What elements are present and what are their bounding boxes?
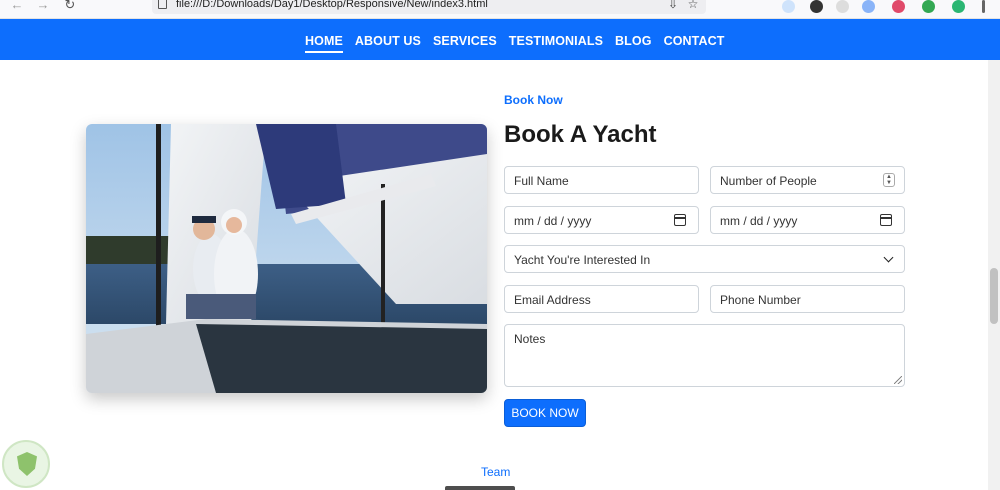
site-navbar: HOME ABOUT US SERVICES TESTIMONIALS BLOG… — [0, 19, 1000, 60]
team-eyebrow: Team — [481, 465, 511, 479]
notes-textarea[interactable]: Notes — [504, 324, 905, 387]
booking-eyebrow: Book Now — [504, 93, 563, 107]
nav-blog[interactable]: BLOG — [615, 34, 652, 53]
date-end-value: mm / dd / yyyy — [720, 214, 798, 228]
notes-placeholder: Notes — [514, 332, 546, 346]
people-placeholder: Number of People — [720, 174, 817, 188]
address-bar[interactable]: file:///D:/Downloads/Day1/Desktop/Respon… — [152, 0, 706, 14]
nav-testimonials[interactable]: TESTIMONIALS — [509, 34, 603, 53]
nav-links: HOME ABOUT US SERVICES TESTIMONIALS BLOG… — [305, 34, 724, 53]
phone-input[interactable]: Phone Number — [710, 285, 905, 313]
full-name-placeholder: Full Name — [514, 174, 569, 188]
chevron-down-icon — [883, 252, 894, 263]
forward-arrow-icon[interactable]: → — [36, 0, 50, 12]
date-input-end[interactable]: mm / dd / yyyy — [710, 206, 905, 234]
calendar-icon[interactable] — [674, 214, 686, 226]
resize-grip-icon[interactable] — [894, 376, 902, 384]
extension-m-icon[interactable] — [810, 0, 823, 13]
menu-icon[interactable] — [982, 0, 985, 13]
extension-n-icon[interactable] — [952, 0, 965, 13]
date-input-start[interactable]: mm / dd / yyyy — [504, 206, 699, 234]
downloads-icon[interactable] — [782, 0, 795, 13]
nav-services[interactable]: SERVICES — [433, 34, 497, 53]
extension-puzzle-icon[interactable] — [836, 0, 849, 13]
book-now-button[interactable]: BOOK NOW — [504, 399, 586, 427]
nav-contact[interactable]: CONTACT — [664, 34, 725, 53]
yacht-select[interactable]: Yacht You're Interested In — [504, 245, 905, 273]
email-input[interactable]: Email Address — [504, 285, 699, 313]
scrollbar-thumb[interactable] — [990, 268, 998, 324]
calendar-icon[interactable] — [880, 214, 892, 226]
nav-about-us[interactable]: ABOUT US — [355, 34, 421, 53]
bookmark-star-icon[interactable]: ☆ — [687, 0, 699, 10]
shield-extension-icon[interactable] — [922, 0, 935, 13]
number-spinner-icon[interactable]: ▲ ▼ — [883, 173, 895, 187]
team-title-partial — [445, 486, 515, 490]
extension-play-icon[interactable] — [892, 0, 905, 13]
reload-icon[interactable]: ↻ — [63, 0, 77, 12]
phone-placeholder: Phone Number — [720, 293, 801, 307]
browser-toolbar: ← → ↻ file:///D:/Downloads/Day1/Desktop/… — [0, 0, 1000, 19]
back-arrow-icon[interactable]: ← — [10, 0, 24, 12]
security-badge[interactable] — [2, 440, 50, 488]
full-name-input[interactable]: Full Name — [504, 166, 699, 194]
yacht-select-value: Yacht You're Interested In — [514, 253, 651, 267]
booking-title: Book A Yacht — [504, 121, 657, 148]
shield-icon — [17, 452, 37, 476]
email-placeholder: Email Address — [514, 293, 591, 307]
translate-icon[interactable] — [862, 0, 875, 13]
yacht-photo — [86, 124, 487, 393]
address-url[interactable]: file:///D:/Downloads/Day1/Desktop/Respon… — [176, 0, 488, 10]
file-icon — [158, 0, 167, 9]
number-of-people-input[interactable]: Number of People ▲ ▼ — [710, 166, 905, 194]
date-start-value: mm / dd / yyyy — [514, 214, 592, 228]
nav-home[interactable]: HOME — [305, 34, 343, 53]
download-page-icon[interactable]: ⇩ — [667, 0, 679, 10]
